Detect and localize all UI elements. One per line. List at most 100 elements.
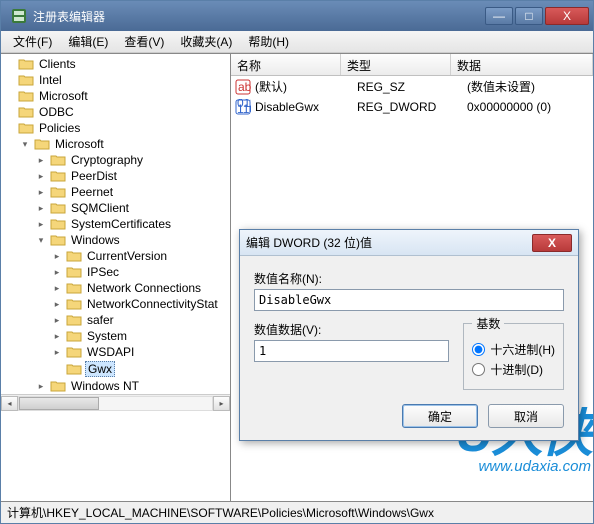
radio-hex-input[interactable]	[472, 343, 485, 356]
cancel-button[interactable]: 取消	[488, 404, 564, 428]
tree-label[interactable]: Gwx	[85, 361, 115, 377]
tree-item[interactable]: ▸ CurrentVersion	[1, 248, 230, 264]
tree-label[interactable]: Policies	[37, 121, 82, 135]
col-data[interactable]: 数据	[451, 54, 593, 75]
menu-edit[interactable]: 编辑(E)	[60, 31, 116, 52]
tree-item[interactable]: ▸ PeerDist	[1, 168, 230, 184]
close-button[interactable]: X	[545, 7, 589, 25]
col-type[interactable]: 类型	[341, 54, 451, 75]
radio-hex[interactable]: 十六进制(H)	[472, 341, 555, 358]
tree-label[interactable]: ODBC	[37, 105, 76, 119]
svg-text:110: 110	[237, 102, 251, 115]
tree-item[interactable]: Policies	[1, 120, 230, 136]
expander-icon[interactable]: ▾	[19, 138, 31, 150]
expander-icon[interactable]: ▸	[51, 250, 63, 262]
expander-icon[interactable]	[51, 363, 63, 375]
tree-label[interactable]: Microsoft	[37, 89, 90, 103]
tree-label[interactable]: NetworkConnectivityStat	[85, 297, 220, 311]
expander-icon[interactable]: ▸	[51, 346, 63, 358]
expander-icon[interactable]: ▸	[35, 170, 47, 182]
radio-dec[interactable]: 十进制(D)	[472, 361, 555, 378]
expander-icon[interactable]	[3, 90, 15, 102]
menu-file[interactable]: 文件(F)	[5, 31, 60, 52]
expander-icon[interactable]: ▸	[51, 282, 63, 294]
minimize-button[interactable]: —	[485, 7, 513, 25]
tree-item[interactable]: ODBC	[1, 104, 230, 120]
tree-item[interactable]: ▾ Windows	[1, 232, 230, 248]
tree-item[interactable]: Gwx	[1, 360, 230, 378]
tree-item[interactable]: ▸ Windows NT	[1, 378, 230, 394]
tree-item[interactable]: ▸ System	[1, 328, 230, 344]
tree-item[interactable]: Microsoft	[1, 88, 230, 104]
expander-icon[interactable]: ▸	[35, 380, 47, 392]
col-name[interactable]: 名称	[231, 54, 341, 75]
tree-label[interactable]: SQMClient	[69, 201, 131, 215]
tree-item[interactable]: Clients	[1, 56, 230, 72]
tree-item[interactable]: ▾ Microsoft	[1, 136, 230, 152]
dialog-close-button[interactable]: X	[532, 234, 572, 252]
scroll-thumb[interactable]	[19, 397, 99, 410]
dialog-titlebar[interactable]: 编辑 DWORD (32 位)值 X	[240, 230, 578, 256]
expander-icon[interactable]: ▸	[51, 314, 63, 326]
tree-label[interactable]: Cryptography	[69, 153, 145, 167]
expander-icon[interactable]: ▸	[51, 266, 63, 278]
client-area: Clients Intel Microsoft ODBC Policies ▾ Micros…	[1, 53, 593, 501]
list-row[interactable]: 011110DisableGwxREG_DWORD0x00000000 (0)	[231, 97, 593, 117]
tree-item[interactable]: ▸ SQMClient	[1, 200, 230, 216]
expander-icon[interactable]	[3, 122, 15, 134]
tree-label[interactable]: CurrentVersion	[85, 249, 169, 263]
maximize-button[interactable]: □	[515, 7, 543, 25]
expander-icon[interactable]	[3, 58, 15, 70]
list-row[interactable]: ab(默认)REG_SZ(数值未设置)	[231, 76, 593, 97]
titlebar[interactable]: 注册表编辑器 — □ X	[1, 1, 593, 31]
scroll-right-icon[interactable]: ▸	[213, 396, 230, 411]
tree-hscroll[interactable]: ◂ ▸	[1, 394, 230, 411]
expander-icon[interactable]: ▸	[51, 330, 63, 342]
tree-item[interactable]: ▸ WSDAPI	[1, 344, 230, 360]
menu-view[interactable]: 查看(V)	[116, 31, 172, 52]
tree-item[interactable]: ▸ Peernet	[1, 184, 230, 200]
expander-icon[interactable]: ▸	[35, 154, 47, 166]
scroll-left-icon[interactable]: ◂	[1, 396, 18, 411]
expander-icon[interactable]	[3, 74, 15, 86]
expander-icon[interactable]	[3, 106, 15, 118]
ok-button[interactable]: 确定	[402, 404, 478, 428]
regedit-window: 注册表编辑器 — □ X 文件(F) 编辑(E) 查看(V) 收藏夹(A) 帮助…	[0, 0, 594, 524]
expander-icon[interactable]: ▾	[35, 234, 47, 246]
tree-item[interactable]: ▸ Network Connections	[1, 280, 230, 296]
value-name-input[interactable]	[254, 289, 564, 311]
tree-item[interactable]: ▸ safer	[1, 312, 230, 328]
tree-label[interactable]: System	[85, 329, 129, 343]
tree-item[interactable]: ▸ NetworkConnectivityStat	[1, 296, 230, 312]
tree-label[interactable]: Network Connections	[85, 281, 203, 295]
folder-icon	[50, 169, 66, 183]
tree-label[interactable]: Windows	[69, 233, 122, 247]
tree-label[interactable]: Intel	[37, 73, 64, 87]
tree-label[interactable]: Windows NT	[69, 379, 141, 393]
tree-label[interactable]: Microsoft	[53, 137, 106, 151]
expander-icon[interactable]: ▸	[35, 202, 47, 214]
cell-data: (数值未设置)	[467, 78, 593, 95]
radio-dec-input[interactable]	[472, 363, 485, 376]
menu-favorites[interactable]: 收藏夹(A)	[172, 31, 240, 52]
value-data-input[interactable]	[254, 340, 449, 362]
expander-icon[interactable]: ▸	[51, 298, 63, 310]
folder-icon	[18, 73, 34, 87]
tree-label[interactable]: Peernet	[69, 185, 115, 199]
tree-item[interactable]: Intel	[1, 72, 230, 88]
expander-icon[interactable]: ▸	[35, 186, 47, 198]
list-header: 名称 类型 数据	[231, 54, 593, 76]
tree-label[interactable]: Clients	[37, 57, 78, 71]
tree-pane[interactable]: Clients Intel Microsoft ODBC Policies ▾ Micros…	[1, 54, 231, 501]
tree-item[interactable]: ▸ SystemCertificates	[1, 216, 230, 232]
tree-label[interactable]: PeerDist	[69, 169, 119, 183]
tree-label[interactable]: IPSec	[85, 265, 121, 279]
tree-item[interactable]: ▸ IPSec	[1, 264, 230, 280]
window-title: 注册表编辑器	[33, 8, 483, 25]
expander-icon[interactable]: ▸	[35, 218, 47, 230]
tree-label[interactable]: WSDAPI	[85, 345, 136, 359]
tree-item[interactable]: ▸ Cryptography	[1, 152, 230, 168]
tree-label[interactable]: safer	[85, 313, 116, 327]
tree-label[interactable]: SystemCertificates	[69, 217, 173, 231]
menu-help[interactable]: 帮助(H)	[240, 31, 297, 52]
